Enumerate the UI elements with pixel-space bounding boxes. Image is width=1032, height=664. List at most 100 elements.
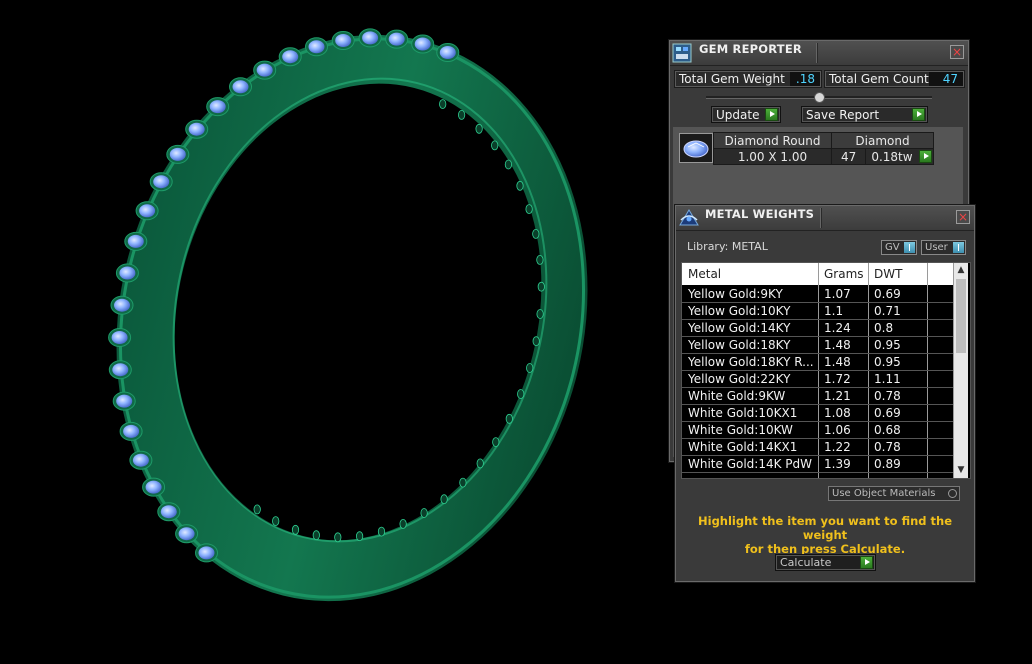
metal-cell: Yellow Gold:14KY [688, 321, 791, 335]
gem-size-cell[interactable]: 1.00 X 1.00 [713, 148, 832, 165]
gallery-hole [272, 516, 280, 526]
grams-cell: 1.39 [824, 457, 851, 471]
close-icon[interactable]: × [956, 210, 970, 224]
go-arrow-icon [765, 108, 778, 121]
column-metal-header[interactable]: Metal [688, 267, 721, 281]
metal-cell: Yellow Gold:18KY R... [688, 355, 814, 369]
save-report-button[interactable]: Save Report [801, 106, 928, 123]
column-dwt-header[interactable]: DWT [874, 267, 902, 281]
dwt-cell: 0.78 [874, 440, 901, 454]
ring-band [116, 34, 588, 602]
update-label: Update [716, 108, 760, 122]
column-grams-header[interactable]: Grams [824, 267, 864, 281]
diamond-stone [388, 32, 405, 46]
gem-count-cell[interactable]: 47 [830, 148, 867, 165]
diamond-stone [335, 34, 352, 47]
total-gem-weight-field: Total Gem Weight .18 [674, 70, 822, 88]
gallery-hole [439, 99, 447, 109]
metal-cell: White Gold:10KX1 [688, 406, 798, 420]
grams-cell: 1.07 [824, 287, 851, 301]
scroll-up-icon[interactable]: ▲ [954, 263, 968, 277]
gem-material-cell[interactable]: Diamond [831, 132, 934, 149]
table-row[interactable]: Yellow Gold:22KY 1.72 1.11 [682, 371, 953, 388]
table-row[interactable]: Yellow Gold:9KY 1.07 0.69 [682, 286, 953, 303]
diamond-stone [282, 50, 299, 64]
table-row[interactable]: White Gold:10KW 1.06 0.68 [682, 422, 953, 439]
grams-cell: 1.72 [824, 372, 851, 386]
ring-render [108, 28, 588, 602]
diamond-stone [132, 453, 149, 467]
use-object-materials-toggle[interactable]: Use Object Materials [828, 486, 960, 501]
diamond-stone [139, 204, 156, 218]
gv-toggle[interactable]: GV [881, 240, 917, 255]
diamond-stone [362, 31, 379, 45]
table-row[interactable]: Yellow Gold:18KY 1.48 0.95 [682, 337, 953, 354]
table-row[interactable]: Yellow Gold:14KY 1.24 0.8 [682, 320, 953, 337]
radio-icon [948, 489, 957, 498]
total-gem-count-field: Total Gem Count 47 [824, 70, 965, 88]
metal-cell: White Gold:9KW [688, 389, 786, 403]
gallery-hole [476, 458, 484, 469]
metal-cell: Yellow Gold:9KY [688, 287, 783, 301]
table-row[interactable]: White Gold:14KX1 1.22 0.78 [682, 439, 953, 456]
calculate-button[interactable]: Calculate [775, 554, 876, 571]
metal-weights-titlebar[interactable]: METAL WEIGHTS × [676, 206, 974, 231]
gallery-hole [532, 228, 540, 239]
dwt-cell: 0.69 [874, 406, 901, 420]
gallery-hole [291, 524, 300, 535]
gallery-hole [536, 309, 544, 319]
grams-cell: 1.08 [824, 406, 851, 420]
gem-shape-cell[interactable]: Diamond Round [713, 132, 832, 149]
gem-weight-value: 0.18tw [871, 149, 913, 164]
gem-reporter-titlebar[interactable]: GEM REPORTER × [670, 41, 968, 66]
total-gem-weight-value: .18 [790, 72, 820, 86]
gallery-hole [517, 389, 525, 399]
table-row[interactable]: White Gold:10KX1 1.08 0.69 [682, 405, 953, 422]
go-arrow-icon[interactable] [919, 150, 932, 163]
3d-viewport[interactable] [0, 0, 660, 664]
metal-grid[interactable]: Metal Grams DWT Yellow Gold:9KY 1.07 0.69 Y… [681, 262, 971, 479]
diamond-stone [414, 37, 431, 51]
scrollbar-thumb[interactable] [956, 279, 966, 353]
close-icon[interactable]: × [950, 45, 964, 59]
metal-weights-panel: METAL WEIGHTS × Library: METAL GV User M… [675, 205, 975, 582]
gem-weight-cell[interactable]: 0.18tw [865, 148, 934, 165]
titlebar-divider [820, 208, 821, 228]
dwt-cell: 0.69 [874, 287, 901, 301]
diamond-stone [114, 298, 130, 312]
titlebar-divider [816, 43, 817, 63]
metal-grid-scrollbar[interactable]: ▲ ▼ [954, 263, 968, 478]
dwt-cell: 0.68 [874, 423, 901, 437]
table-row[interactable]: White Gold:9KW 1.21 0.78 [682, 388, 953, 405]
calculate-hint-line1: Highlight the item you want to find the … [698, 514, 952, 542]
go-arrow-icon [912, 108, 925, 121]
diamond-stone [145, 480, 162, 494]
table-row[interactable]: Yellow Gold:18KY R... 1.48 0.95 [682, 354, 953, 371]
table-row[interactable]: White Gold:14K PdW 1.39 0.89 [682, 456, 953, 473]
metal-cell: White Gold:10KW [688, 423, 793, 437]
diamond-stone [232, 80, 249, 94]
gallery-hole [505, 413, 513, 424]
metal-cell: Yellow Gold:22KY [688, 372, 791, 386]
metal-cell: Yellow Gold:10KY [688, 304, 791, 318]
diamond-stone [308, 40, 325, 54]
toggle-indicator-icon [904, 242, 915, 253]
diamond-stone [169, 147, 186, 161]
table-row[interactable]: Yellow Gold:10KY 1.1 0.71 [682, 303, 953, 320]
gem-slider-knob[interactable] [814, 92, 825, 103]
grams-cell: 1.21 [824, 389, 851, 403]
gallery-hole [312, 530, 320, 541]
diamond-thumbnail-icon[interactable] [679, 133, 713, 163]
gallery-hole [399, 519, 407, 529]
gallery-hole [537, 281, 545, 292]
save-report-label: Save Report [806, 108, 880, 122]
gallery-hole [526, 363, 534, 373]
diamond-stone [123, 424, 140, 438]
gallery-hole [532, 336, 540, 347]
gallery-hole [459, 477, 467, 488]
scroll-down-icon[interactable]: ▼ [954, 463, 968, 477]
gallery-hole [492, 437, 500, 448]
update-button[interactable]: Update [711, 106, 781, 123]
grams-cell: 1.48 [824, 338, 851, 352]
user-toggle[interactable]: User [921, 240, 966, 255]
